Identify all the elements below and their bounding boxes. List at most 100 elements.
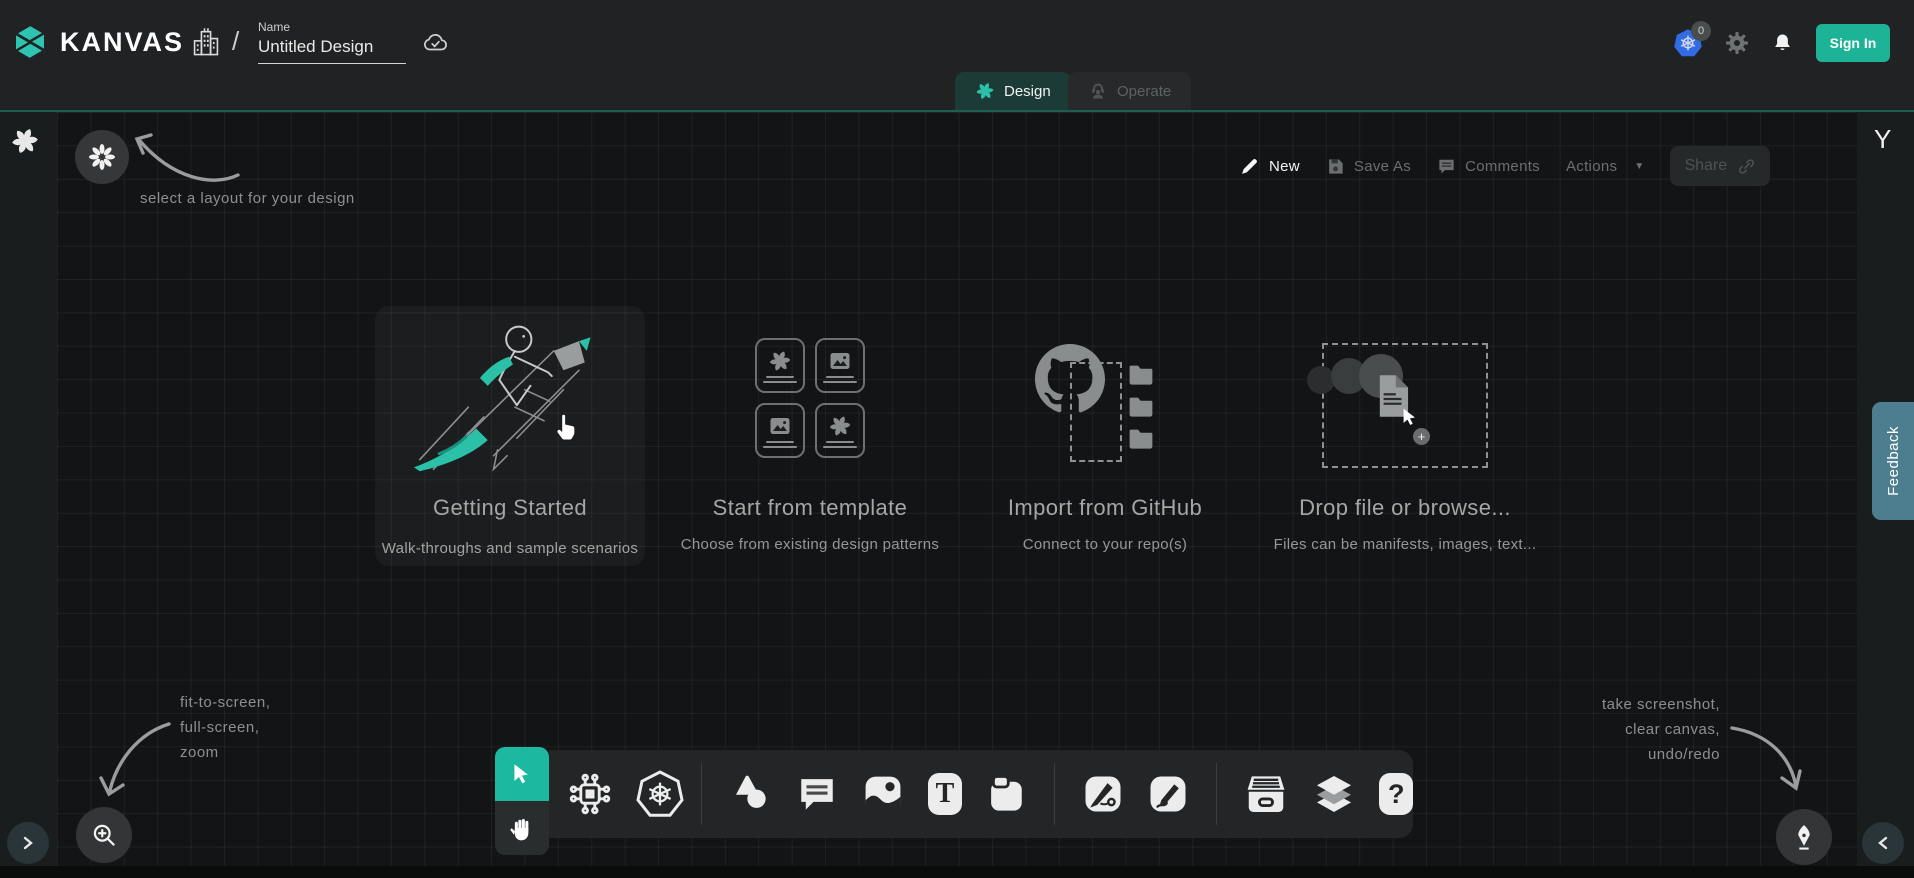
comment-tool-button[interactable] xyxy=(796,773,838,815)
start-from-template-card[interactable]: Start from template Choose from existing… xyxy=(665,306,955,566)
rocket-illustration xyxy=(397,314,627,479)
actions-label: Actions xyxy=(1566,158,1617,175)
canvas-toolbar: New Save As Comments Actions ▼ Share xyxy=(1240,146,1770,186)
hint-line: undo/redo xyxy=(1540,742,1720,767)
tab-design-label: Design xyxy=(1004,83,1051,100)
bottom-edge xyxy=(0,866,1914,878)
comments-label: Comments xyxy=(1465,158,1540,175)
drop-cursor-icon xyxy=(1399,406,1421,428)
toolbar-separator xyxy=(701,763,702,825)
zoom-hint-text: fit-to-screen, full-screen, zoom xyxy=(180,690,270,765)
breadcrumb-separator: / xyxy=(232,26,239,57)
hint-line: clear canvas, xyxy=(1540,717,1720,742)
name-label: Name xyxy=(258,20,406,34)
pencil-icon xyxy=(1240,156,1260,176)
layout-hint-text: select a layout for your design xyxy=(140,186,355,211)
kanvas-app: KANVAS / Name Design Operate xyxy=(0,0,1914,878)
pan-hand-tool-button[interactable] xyxy=(495,801,549,855)
shapes-tool-button[interactable] xyxy=(729,772,773,816)
notifications-bell-icon[interactable] xyxy=(1771,32,1794,55)
actions-dropdown[interactable]: Actions ▼ xyxy=(1566,158,1645,175)
select-tool-button[interactable] xyxy=(495,747,549,801)
card-subtitle: Connect to your repo(s) xyxy=(960,536,1250,553)
design-name-group: Name xyxy=(258,20,406,64)
chevron-down-icon: ▼ xyxy=(1634,161,1644,172)
pointer-tool-group xyxy=(495,747,549,855)
expand-left-panel-button[interactable] xyxy=(7,822,49,864)
github-octocat-icon xyxy=(1035,344,1105,414)
folder-icon xyxy=(1126,426,1156,452)
template-tile xyxy=(755,338,805,393)
tab-operate[interactable]: Operate xyxy=(1068,72,1191,110)
card-title: Drop file or browse... xyxy=(1255,495,1555,521)
comment-icon xyxy=(1437,157,1456,176)
text-tool-button[interactable]: T xyxy=(928,773,962,815)
folder-icon xyxy=(1126,394,1156,420)
template-tile xyxy=(815,403,865,458)
header-actions: 0 Sign In xyxy=(1673,24,1890,62)
layout-picker-button[interactable] xyxy=(75,130,129,184)
design-pinwheel-icon xyxy=(975,81,995,101)
card-subtitle: Files can be manifests, images, text... xyxy=(1255,536,1555,553)
toolbar-separator xyxy=(1054,763,1055,825)
card-title: Getting Started xyxy=(375,495,645,521)
new-label: New xyxy=(1269,158,1300,175)
layout-hint-arrow xyxy=(128,115,243,190)
add-file-plus-icon: + xyxy=(1413,428,1430,445)
toolbar-separator xyxy=(1216,763,1217,825)
node-graph-tool-button[interactable] xyxy=(567,771,613,817)
floppy-icon xyxy=(1326,157,1345,176)
layers-button[interactable] xyxy=(1312,772,1356,816)
sign-in-button[interactable]: Sign In xyxy=(1816,24,1890,62)
feedback-tab[interactable]: Feedback xyxy=(1872,402,1914,520)
card-subtitle: Choose from existing design patterns xyxy=(665,536,955,553)
sidebar-pinwheel-icon[interactable] xyxy=(10,126,40,156)
pen-y-icon[interactable]: Y xyxy=(1874,124,1891,155)
image-tool-button[interactable] xyxy=(861,772,905,816)
header: KANVAS / Name Design Operate xyxy=(0,0,1914,110)
folder-icon xyxy=(1126,362,1156,388)
tab-design[interactable]: Design xyxy=(955,72,1071,110)
comments-button[interactable]: Comments xyxy=(1437,157,1540,176)
drop-file-card[interactable]: + Drop file or browse... Files can be ma… xyxy=(1255,306,1555,566)
expand-right-panel-button[interactable] xyxy=(1862,822,1904,864)
settings-gear-icon[interactable] xyxy=(1725,31,1749,55)
hint-line: zoom xyxy=(180,740,270,765)
screenshot-hint-text: take screenshot, clear canvas, undo/redo xyxy=(1540,692,1720,767)
sticky-note-tool-button[interactable] xyxy=(985,773,1027,815)
kubernetes-status-icon[interactable]: 0 xyxy=(1673,28,1703,58)
share-button[interactable]: Share xyxy=(1670,146,1770,186)
operate-headset-icon xyxy=(1088,81,1108,101)
design-name-input[interactable] xyxy=(258,34,406,64)
save-as-label: Save As xyxy=(1354,158,1411,175)
save-as-button[interactable]: Save As xyxy=(1326,157,1411,176)
getting-started-card[interactable]: Getting Started Walk-throughs and sample… xyxy=(375,306,645,566)
import-from-github-card[interactable]: Import from GitHub Connect to your repo(… xyxy=(960,306,1250,566)
organization-icon[interactable] xyxy=(190,26,222,58)
template-tile xyxy=(815,338,865,393)
screenshot-hint-arrow xyxy=(1722,716,1817,806)
zoom-hint-arrow xyxy=(95,716,180,808)
zoom-button[interactable] xyxy=(76,807,132,863)
hand-cursor-icon xyxy=(551,412,583,444)
card-subtitle: Walk-throughs and sample scenarios xyxy=(375,540,645,557)
template-tiles xyxy=(755,338,865,458)
left-sidebar-strip xyxy=(0,112,57,866)
hint-line: take screenshot, xyxy=(1540,692,1720,717)
card-title: Start from template xyxy=(665,495,955,521)
hint-line: fit-to-screen, xyxy=(180,690,270,715)
help-button[interactable]: ? xyxy=(1379,773,1413,815)
archive-drawer-button[interactable] xyxy=(1243,771,1289,817)
share-label: Share xyxy=(1684,157,1727,175)
brand[interactable]: KANVAS xyxy=(10,22,184,62)
cluster-count-badge: 0 xyxy=(1691,21,1711,41)
kubernetes-tool-button[interactable] xyxy=(636,770,674,818)
pen-actions-button[interactable] xyxy=(1776,809,1832,865)
repo-folders xyxy=(1126,362,1156,452)
pencil-tool-button[interactable] xyxy=(1147,773,1189,815)
brand-name: KANVAS xyxy=(60,27,184,58)
kanvas-logo-icon xyxy=(10,22,50,62)
pen-tool-button[interactable] xyxy=(1082,773,1124,815)
hint-line: full-screen, xyxy=(180,715,270,740)
new-button[interactable]: New xyxy=(1240,156,1300,176)
